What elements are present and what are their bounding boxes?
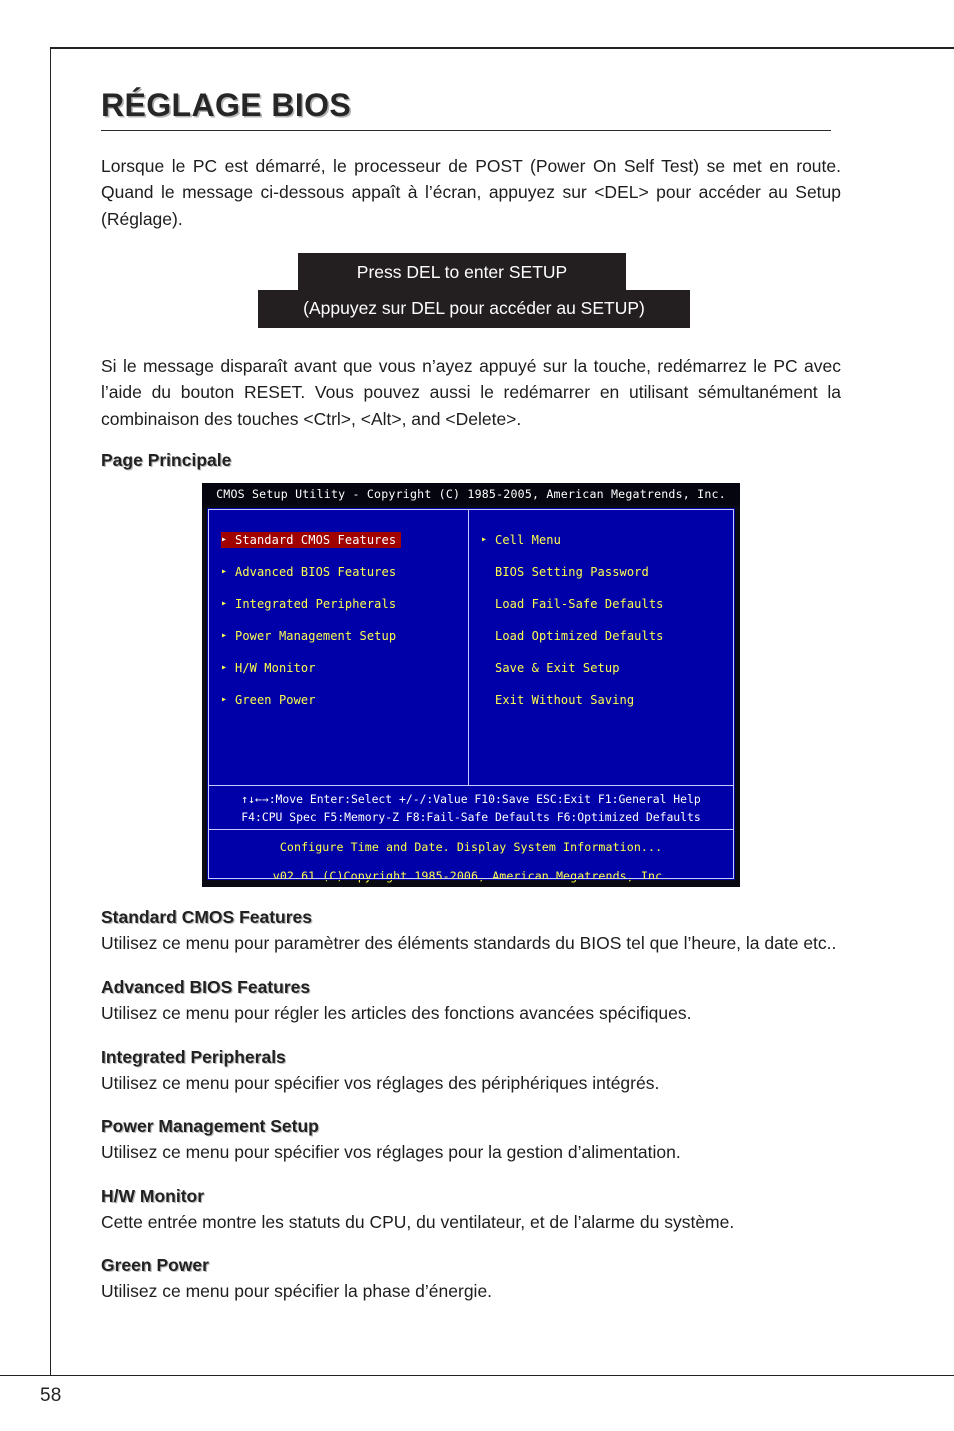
bios-footer: Configure Time and Date. Display System … — [209, 830, 733, 883]
triangle-right-icon: ▸ — [221, 534, 228, 546]
bios-menu-item-label: Advanced BIOS Features — [235, 565, 397, 580]
bios-menu-item-bios-setting-password[interactable]: ▸ BIOS Setting Password — [481, 564, 726, 580]
del-message-block: Press DEL to enter SETUP (Appuyez sur DE… — [101, 252, 841, 345]
section-body: Utilisez ce menu pour régler les article… — [101, 1002, 692, 1023]
bios-screen-body: ▸ Standard CMOS Features ▸ Advanced BIOS… — [207, 508, 735, 883]
triangle-right-icon: ▸ — [221, 566, 228, 578]
bios-menu-item-load-fail-safe-defaults[interactable]: ▸ Load Fail-Safe Defaults — [481, 596, 726, 612]
bios-menu-item-label: Power Management Setup — [235, 629, 397, 644]
page-content: RÉGLAGE BIOS Lorsque le PC est démarré, … — [101, 87, 841, 1305]
triangle-right-icon-placeholder: ▸ — [481, 695, 495, 705]
triangle-right-icon: ▸ — [221, 694, 228, 706]
bios-titlebar: CMOS Setup Utility - Copyright (C) 1985-… — [202, 483, 740, 506]
page-border-left — [50, 47, 51, 1376]
page-title: RÉGLAGE BIOS — [101, 87, 352, 123]
bios-menu-item-save-and-exit-setup[interactable]: ▸ Save & Exit Setup — [481, 660, 726, 676]
bios-setup-screen: CMOS Setup Utility - Copyright (C) 1985-… — [202, 483, 740, 888]
section-body: Utilisez ce menu pour spécifier vos régl… — [101, 1142, 681, 1163]
bios-menu-item-exit-without-saving[interactable]: ▸ Exit Without Saving — [481, 692, 726, 708]
section-hw-monitor: H/W Monitor Cette entrée montre les stat… — [101, 1186, 841, 1236]
press-del-banner-en: Press DEL to enter SETUP — [298, 252, 626, 293]
bios-menu-item-label: Load Optimized Defaults — [495, 629, 664, 644]
section-body: Cette entrée montre les statuts du CPU, … — [101, 1211, 735, 1232]
section-body: Utilisez ce menu pour spécifier vos régl… — [101, 1072, 660, 1093]
bios-footer-description: Configure Time and Date. Display System … — [279, 840, 663, 855]
section-green-power: Green Power Utilisez ce menu pour spécif… — [101, 1255, 841, 1305]
page-border-top — [50, 47, 954, 49]
section-heading: Integrated Peripherals — [101, 1046, 286, 1067]
bios-menu-area: ▸ Standard CMOS Features ▸ Advanced BIOS… — [209, 510, 733, 787]
bios-help-line-2: F4:CPU Spec F5:Memory-Z F8:Fail-Safe Def… — [241, 809, 701, 824]
main-page-heading: Page Principale — [101, 450, 232, 471]
section-heading: H/W Monitor — [101, 1185, 205, 1206]
bios-menu-item-cell-menu[interactable]: ▸ Cell Menu — [481, 532, 726, 548]
bios-menu-item-label: Load Fail-Safe Defaults — [495, 597, 664, 612]
bios-screenshot-wrapper: CMOS Setup Utility - Copyright (C) 1985-… — [101, 483, 841, 888]
bios-help-line-1: ↑↓←→:Move Enter:Select +/-/:Value F10:Sa… — [241, 792, 701, 807]
bios-menu-item-label: Exit Without Saving — [495, 693, 635, 708]
triangle-right-icon: ▸ — [481, 534, 488, 546]
intro-paragraph: Lorsque le PC est démarré, le processeur… — [101, 155, 841, 230]
bios-help-bar: ↑↓←→:Move Enter:Select +/-/:Value F10:Sa… — [209, 786, 733, 831]
bios-menu-item-label: Cell Menu — [495, 533, 561, 548]
section-body: Utilisez ce menu pour paramètrer des élé… — [101, 933, 837, 954]
triangle-right-icon: ▸ — [221, 630, 228, 642]
page-footer-rule — [0, 1375, 954, 1376]
bios-menu-item-label: Save & Exit Setup — [495, 661, 620, 676]
section-heading: Green Power — [101, 1255, 209, 1276]
triangle-right-icon: ▸ — [221, 662, 228, 674]
section-integrated-peripherals: Integrated Peripherals Utilisez ce menu … — [101, 1047, 841, 1097]
bios-menu-item-label: Green Power — [235, 693, 316, 708]
bios-menu-item-label: BIOS Setting Password — [495, 565, 649, 580]
section-advanced-bios-features: Advanced BIOS Features Utilisez ce menu … — [101, 977, 841, 1027]
bios-menu-item-label: Standard CMOS Features — [235, 533, 397, 548]
press-del-banner-fr: (Appuyez sur DEL pour accéder au SETUP) — [258, 289, 690, 328]
triangle-right-icon-placeholder: ▸ — [481, 599, 495, 609]
bios-menu-item-label: Integrated Peripherals — [235, 597, 397, 612]
bios-menu-right-column: ▸ Cell Menu ▸ BIOS Setting Password ▸ Lo… — [481, 532, 726, 724]
section-power-management-setup: Power Management Setup Utilisez ce menu … — [101, 1116, 841, 1166]
triangle-right-icon-placeholder: ▸ — [481, 567, 495, 577]
section-heading: Advanced BIOS Features — [101, 976, 311, 997]
bios-menu-item-power-management-setup[interactable]: ▸ Power Management Setup — [221, 628, 461, 644]
triangle-right-icon-placeholder: ▸ — [481, 631, 495, 641]
title-divider — [101, 129, 831, 131]
section-body: Utilisez ce menu pour spécifier la phase… — [101, 1281, 493, 1302]
bios-menu-left-column: ▸ Standard CMOS Features ▸ Advanced BIOS… — [221, 532, 461, 724]
page-number: 58 — [40, 1385, 62, 1406]
triangle-right-icon-placeholder: ▸ — [481, 663, 495, 673]
section-heading: Power Management Setup — [101, 1116, 319, 1137]
bios-menu-item-hw-monitor[interactable]: ▸ H/W Monitor — [221, 660, 461, 676]
bios-menu-item-load-optimized-defaults[interactable]: ▸ Load Optimized Defaults — [481, 628, 726, 644]
bios-column-divider — [468, 510, 469, 786]
bios-menu-item-green-power[interactable]: ▸ Green Power — [221, 692, 461, 708]
reset-paragraph: Si le message disparaît avant que vous n… — [101, 355, 841, 429]
bios-menu-item-standard-cmos-features[interactable]: ▸ Standard CMOS Features — [221, 532, 402, 549]
section-standard-cmos-features: Standard CMOS Features Utilisez ce menu … — [101, 907, 841, 957]
bios-footer-copyright: v02.61 (C)Copyright 1985-2006, American … — [272, 868, 670, 883]
bios-menu-item-advanced-bios-features[interactable]: ▸ Advanced BIOS Features — [221, 564, 461, 580]
bios-menu-item-label: H/W Monitor — [235, 661, 316, 676]
triangle-right-icon: ▸ — [221, 598, 228, 610]
section-heading: Standard CMOS Features — [101, 907, 313, 928]
bios-menu-item-integrated-peripherals[interactable]: ▸ Integrated Peripherals — [221, 596, 461, 612]
